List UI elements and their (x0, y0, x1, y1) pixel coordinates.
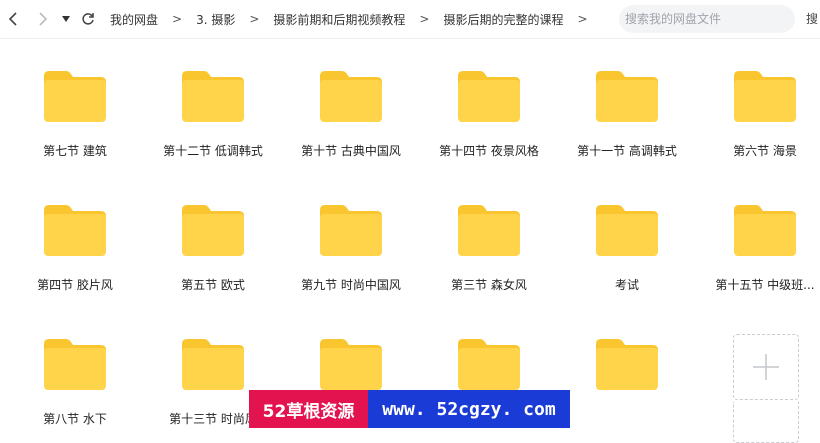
folder-name: 考试 (614, 278, 639, 292)
folder-icon (182, 70, 244, 122)
folder-icon (182, 338, 244, 390)
breadcrumb-separator: > (577, 12, 588, 26)
folder-name: 第五节 欧式 (181, 278, 245, 292)
watermark-url: www. 52cgzy. com (368, 390, 570, 428)
breadcrumb-separator: > (249, 12, 260, 26)
breadcrumb-item-my-drive[interactable]: 我的网盘 (110, 11, 158, 28)
folder-icon (458, 338, 520, 390)
folder-icon (320, 204, 382, 256)
folder-item[interactable]: 第四节 胶片风 (10, 204, 140, 293)
folder-name: 第九节 时尚中国风 (301, 278, 401, 292)
back-arrow-icon[interactable] (4, 8, 22, 30)
watermark-brand: 52草根资源 (249, 390, 368, 428)
plus-icon (753, 354, 779, 380)
folder-icon (320, 338, 382, 390)
folder-item[interactable]: 第六节 海景 (700, 70, 820, 159)
folder-item[interactable]: 第十四节 夜景风格 (424, 70, 554, 159)
folder-name: 第六节 海景 (733, 144, 797, 158)
folder-icon (44, 338, 106, 390)
folder-name: 第十四节 夜景风格 (439, 144, 539, 158)
folder-name: 第七节 建筑 (43, 144, 107, 158)
refresh-icon[interactable] (78, 8, 98, 30)
folder-item[interactable]: 第十节 古典中国风 (286, 70, 416, 159)
search-input[interactable] (623, 11, 795, 27)
folder-item[interactable]: 第八节 水下 (10, 338, 140, 427)
folder-icon (596, 204, 658, 256)
forward-arrow-icon[interactable] (34, 8, 52, 30)
folder-item[interactable]: 第十二节 低调韩式 (148, 70, 278, 159)
breadcrumb-item-photography[interactable]: 3. 摄影 (196, 11, 235, 28)
search-box (619, 5, 795, 33)
folder-name: 第十五节 中级班... (715, 278, 815, 292)
folder-name: 第十节 古典中国风 (301, 144, 401, 158)
add-tile-lower (733, 402, 799, 443)
folder-icon (596, 338, 658, 390)
folder-icon (458, 70, 520, 122)
folder-name: 第八节 水下 (43, 412, 107, 426)
folder-item[interactable]: 考试 (562, 204, 692, 293)
folder-name: 第三节 森女风 (451, 278, 527, 292)
folder-item[interactable]: 第三节 森女风 (424, 204, 554, 293)
watermark-banner: 52草根资源 www. 52cgzy. com (249, 390, 570, 428)
folder-item[interactable]: 第九节 时尚中国风 (286, 204, 416, 293)
folder-name: 第十三节 时尚风 (169, 412, 257, 426)
breadcrumb-separator: > (172, 12, 183, 26)
breadcrumb-item-video-tutorials[interactable]: 摄影前期和后期视频教程 (273, 11, 405, 28)
folder-icon (458, 204, 520, 256)
folder-name: 第四节 胶片风 (37, 278, 113, 292)
folder-name: 第十二节 低调韩式 (163, 144, 263, 158)
folder-item[interactable] (562, 338, 692, 410)
folder-item[interactable]: 第五节 欧式 (148, 204, 278, 293)
search-button[interactable]: 搜 (806, 10, 818, 27)
toolbar: 我的网盘 > 3. 摄影 > 摄影前期和后期视频教程 > 摄影后期的完整的课程 … (0, 0, 820, 39)
folder-icon (596, 70, 658, 122)
folder-icon (320, 70, 382, 122)
folder-icon (44, 204, 106, 256)
folder-item[interactable]: 第十一节 高调韩式 (562, 70, 692, 159)
breadcrumb-separator: > (419, 12, 430, 26)
folder-item[interactable]: 第七节 建筑 (10, 70, 140, 159)
folder-icon (734, 204, 796, 256)
folder-icon (182, 204, 244, 256)
history-dropdown-icon[interactable] (60, 8, 72, 30)
folder-item[interactable]: 第十五节 中级班... (700, 204, 820, 293)
add-new-button[interactable] (733, 334, 799, 400)
breadcrumb-item-complete-course[interactable]: 摄影后期的完整的课程 (443, 11, 563, 28)
breadcrumb: 我的网盘 > 3. 摄影 > 摄影前期和后期视频教程 > 摄影后期的完整的课程 … (110, 0, 598, 38)
folder-name: 第十一节 高调韩式 (577, 144, 677, 158)
folder-icon (44, 70, 106, 122)
folder-icon (734, 70, 796, 122)
